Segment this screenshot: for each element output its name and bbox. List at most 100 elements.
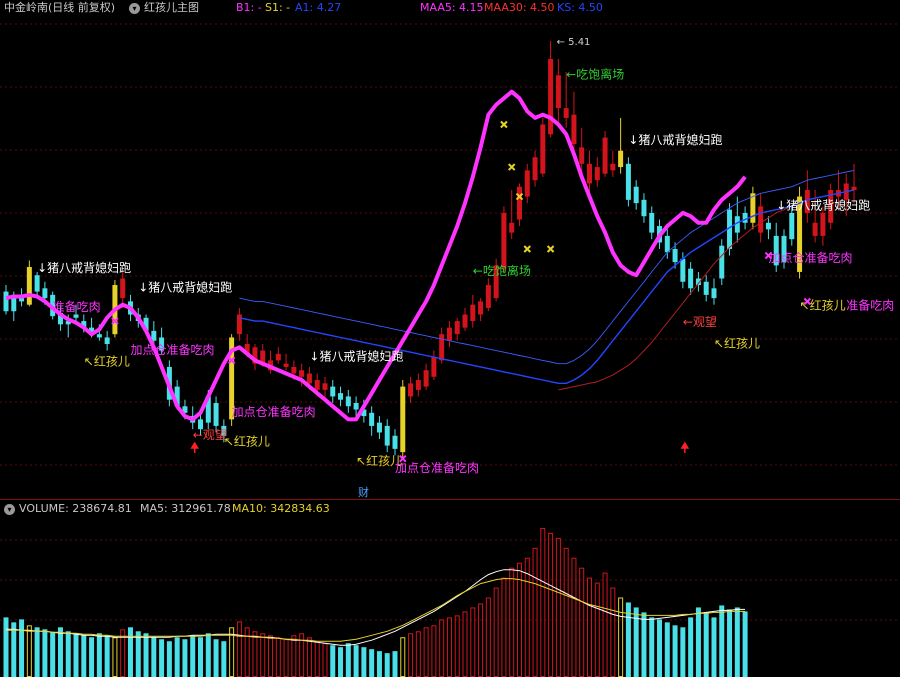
indicator-menu-icon[interactable]: ▾ <box>129 1 140 15</box>
volume-bar <box>190 635 196 677</box>
volume-bar <box>65 631 71 677</box>
volume-bar <box>143 633 149 677</box>
volume-bar <box>314 641 320 677</box>
volume-bar <box>470 607 476 677</box>
candle-body <box>649 212 655 233</box>
sell-x-marker <box>546 245 555 253</box>
candle-body <box>571 114 577 145</box>
stock-title[interactable]: 中金岭南(日线 前复权) <box>4 1 115 15</box>
chart-annotation: ↓猪八戒背媳妇跑 <box>776 198 870 213</box>
volume-bar <box>236 621 242 677</box>
candle-body <box>299 370 305 377</box>
volume-bar <box>213 639 219 677</box>
volume-bar <box>478 603 484 677</box>
volume-bar <box>423 627 429 677</box>
chart-annotation: ←吃饱离场 <box>473 263 531 278</box>
candle-body <box>400 386 406 453</box>
candle-body <box>587 163 592 184</box>
chart-annotation: ↓猪八戒背媳妇跑 <box>628 132 722 147</box>
candle-body <box>19 298 25 302</box>
candle-body <box>415 380 421 390</box>
candle-body <box>454 321 460 335</box>
maa5-value: MAA5: 4.15 <box>420 1 484 14</box>
volume-bar <box>454 615 460 677</box>
volume-bar <box>602 572 608 677</box>
candle-body <box>680 258 686 282</box>
candle-body <box>345 396 351 407</box>
candle-body <box>306 373 312 384</box>
volume-bar <box>127 627 133 677</box>
candle-body <box>758 206 764 233</box>
volume-menu-icon[interactable]: ▾ <box>4 502 15 516</box>
chevron-down-icon: ▾ <box>129 3 140 14</box>
volume-bar <box>719 605 725 677</box>
volume-bar <box>322 643 328 677</box>
candle-body <box>555 75 561 109</box>
volume-bar <box>571 557 577 677</box>
volume-bar <box>734 607 740 677</box>
candle-body <box>501 212 507 269</box>
chart-annotation: ↓猪八戒背媳妇跑 <box>309 348 403 363</box>
candle-body <box>711 288 717 299</box>
chart-annotation: ↓猪八戒背媳妇跑 <box>37 260 131 275</box>
candle-body <box>423 370 429 387</box>
chart-annotation: ←观望 <box>193 428 227 442</box>
candle-body <box>314 380 320 390</box>
volume-bar <box>135 631 141 677</box>
volume-bar <box>291 635 297 677</box>
volume-bar <box>703 612 709 677</box>
volume-bar <box>680 627 686 677</box>
chart-annotation: 加点仓准备吃肉 <box>232 405 316 419</box>
volume-bar <box>369 649 375 677</box>
volume-bar <box>221 641 227 677</box>
volume-bar <box>96 633 102 677</box>
candle-body <box>384 425 390 446</box>
candle-body <box>462 314 468 328</box>
chart-annotation: ↖红孩儿 <box>84 353 130 368</box>
candle-body <box>322 383 328 390</box>
volume-bar <box>555 537 561 677</box>
volume-bar <box>618 597 624 677</box>
volume-bar <box>548 532 554 677</box>
volume-bar <box>688 617 694 677</box>
volume-bar <box>649 617 655 677</box>
volume-bar <box>594 582 600 677</box>
volume-bar <box>26 625 32 677</box>
candle-body <box>540 124 546 174</box>
volume-bar <box>439 619 445 677</box>
maa30-value: MAA30: 4.50 <box>484 1 555 14</box>
candle-body <box>633 186 639 204</box>
volume-bar <box>579 567 585 677</box>
volume-bar <box>151 637 157 677</box>
candle-body <box>431 357 437 377</box>
candle-body <box>376 422 382 433</box>
candle-body <box>338 393 344 400</box>
candle-body <box>625 163 631 200</box>
volume-bar <box>446 617 452 677</box>
chart-annotation: 加点仓准备吃肉 <box>395 461 479 475</box>
volume-bar <box>275 637 281 677</box>
candle-body <box>104 337 110 345</box>
volume-bar <box>166 641 172 677</box>
chart-canvas: ← 5.41↓猪八戒背媳妇跑准备吃肉↖红孩儿↓猪八戒背媳妇跑加点仓准备吃肉加点仓… <box>0 23 900 677</box>
finance-badge: 财 <box>358 485 369 499</box>
candle-body <box>3 291 9 312</box>
b1-value: B1: - <box>236 1 262 14</box>
indicator-name[interactable]: 红孩儿主图 <box>144 1 199 15</box>
volume-bar <box>81 635 87 677</box>
volume-bar <box>338 647 344 677</box>
volume-bar <box>205 633 211 677</box>
volume-bar <box>727 609 733 677</box>
candle-body <box>594 167 600 181</box>
volume-bar <box>485 597 491 677</box>
candle-body <box>369 412 375 426</box>
candle-body <box>34 275 40 292</box>
candle-body <box>812 222 818 236</box>
candle-body <box>532 157 538 181</box>
volume-bar <box>462 611 468 677</box>
candle-body <box>275 353 281 361</box>
candle-body <box>579 147 585 164</box>
candle-body <box>688 268 694 289</box>
candle-body <box>610 163 616 171</box>
candle-body <box>742 212 748 223</box>
